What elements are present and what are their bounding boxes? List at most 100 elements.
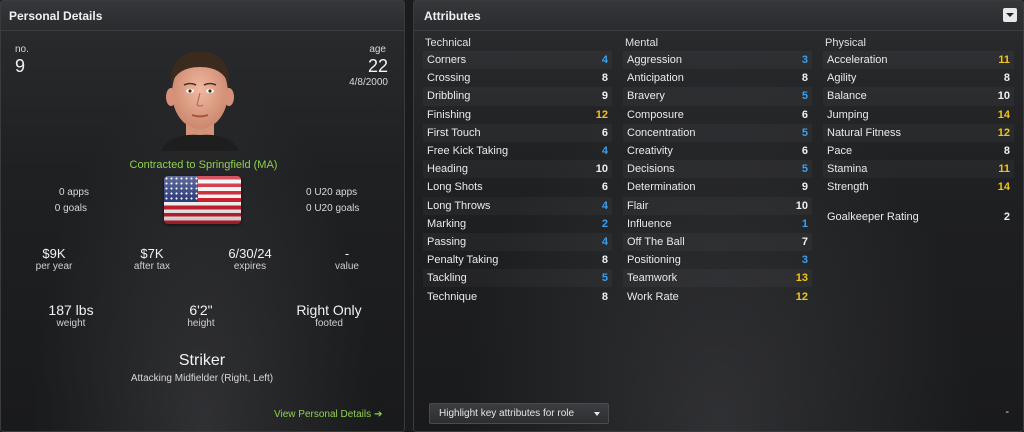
- attribute-name: Determination: [627, 181, 696, 194]
- attributes-panel: Attributes Technical Mental Physical Cor…: [413, 0, 1024, 432]
- attribute-row[interactable]: Concentration 5: [623, 124, 812, 142]
- weight-value: 187 lbs: [48, 302, 94, 318]
- attribute-name: Aggression: [627, 54, 683, 67]
- attribute-value: 11: [998, 54, 1010, 67]
- weight-label: weight: [56, 318, 86, 329]
- attribute-name: Corners: [427, 54, 467, 67]
- player-face-icon: [161, 51, 239, 151]
- attribute-value: 2: [601, 217, 608, 230]
- attribute-row[interactable]: Tackling 5: [423, 269, 612, 287]
- contract-status: Contracted to Springfield (MA): [129, 159, 278, 171]
- attribute-row[interactable]: Passing 4: [423, 233, 612, 251]
- expires-label: expires: [233, 261, 267, 272]
- attribute-row[interactable]: Crossing 8: [423, 69, 612, 87]
- attribute-row[interactable]: Heading 10: [423, 160, 612, 178]
- attribute-row[interactable]: Anticipation 8: [623, 69, 812, 87]
- attribute-name: Work Rate: [627, 290, 679, 303]
- attribute-name: Marking: [427, 217, 467, 230]
- footed-label: footed: [315, 318, 343, 329]
- attribute-row[interactable]: Free Kick Taking 4: [423, 142, 612, 160]
- attribute-name: Composure: [627, 108, 684, 121]
- attribute-row[interactable]: Positioning 3: [623, 251, 812, 269]
- attribute-name: Free Kick Taking: [427, 145, 509, 158]
- attribute-value: 5: [801, 90, 808, 103]
- attribute-value: 3: [801, 254, 808, 267]
- attribute-row[interactable]: Teamwork 13: [623, 269, 812, 287]
- attribute-row[interactable]: Flair 10: [623, 197, 812, 215]
- attribute-name: Acceleration: [827, 54, 888, 67]
- attribute-value: 2: [1003, 211, 1010, 224]
- attribute-value: 3: [801, 54, 808, 67]
- attribute-value: 8: [601, 254, 608, 267]
- view-personal-details-link[interactable]: View Personal Details ➔: [274, 409, 382, 420]
- attribute-row[interactable]: Influence 1: [623, 215, 812, 233]
- attribute-name: Long Throws: [427, 199, 491, 212]
- panel-menu-dropdown-icon[interactable]: [1003, 8, 1017, 22]
- highlight-key-attributes-label: Highlight key attributes for role: [439, 408, 575, 419]
- attribute-row[interactable]: Stamina 11: [823, 160, 1014, 178]
- attribute-row[interactable]: Creativity 6: [623, 142, 812, 160]
- attribute-row[interactable]: Strength 14: [823, 178, 1014, 196]
- goalkeeper-rating-list: Goalkeeper Rating 2: [823, 208, 1014, 226]
- attribute-row[interactable]: Marking 2: [423, 215, 612, 233]
- attribute-row[interactable]: Dribbling 9: [423, 87, 612, 105]
- attribute-name: Crossing: [427, 72, 471, 85]
- attribute-row[interactable]: Acceleration 11: [823, 51, 1014, 69]
- attribute-name: Long Shots: [427, 181, 483, 194]
- attribute-row[interactable]: Work Rate 12: [623, 287, 812, 305]
- goals-count: 0 goals: [54, 203, 87, 214]
- attribute-row[interactable]: First Touch 6: [423, 124, 612, 142]
- wage-stat: $9K per year: [19, 246, 89, 272]
- technical-header: Technical: [425, 37, 471, 49]
- attribute-row[interactable]: Finishing 12: [423, 106, 612, 124]
- attribute-value: 12: [795, 290, 808, 303]
- footed-stat: Right Only footed: [269, 302, 389, 329]
- attribute-row[interactable]: Technique 8: [423, 287, 612, 305]
- attribute-name: Dribbling: [427, 90, 471, 103]
- attribute-row[interactable]: Decisions 5: [623, 160, 812, 178]
- attribute-value: 8: [601, 290, 608, 303]
- attribute-row[interactable]: Corners 4: [423, 51, 612, 69]
- attribute-row[interactable]: Agility 8: [823, 69, 1014, 87]
- attribute-value: 6: [601, 181, 608, 194]
- attribute-row[interactable]: Penalty Taking 8: [423, 251, 612, 269]
- attribute-value: 10: [595, 163, 608, 176]
- attribute-value: 5: [601, 272, 608, 285]
- attribute-row[interactable]: Jumping 14: [823, 106, 1014, 124]
- chevron-down-icon: [594, 412, 600, 416]
- u20-apps-count: 0 U20 apps: [306, 187, 358, 198]
- attribute-value: 8: [1003, 72, 1010, 85]
- goalkeeper-rating-row[interactable]: Goalkeeper Rating 2: [823, 208, 1014, 226]
- attribute-row[interactable]: Determination 9: [623, 178, 812, 196]
- u20-goals-count: 0 U20 goals: [306, 203, 360, 214]
- attribute-value: 11: [998, 163, 1010, 176]
- highlight-key-attributes-dropdown[interactable]: Highlight key attributes for role: [429, 403, 609, 424]
- age-label: age: [369, 44, 386, 55]
- attribute-name: Natural Fitness: [827, 126, 901, 139]
- attribute-row[interactable]: Long Shots 6: [423, 178, 612, 196]
- attribute-value: 1: [801, 217, 808, 230]
- date-of-birth: 4/8/2000: [349, 77, 388, 88]
- value-value: -: [344, 246, 350, 261]
- attribute-row[interactable]: Pace 8: [823, 142, 1014, 160]
- after-tax-label: after tax: [133, 261, 171, 272]
- attribute-name: Pace: [827, 145, 853, 158]
- physical-header: Physical: [825, 37, 866, 49]
- attribute-row[interactable]: Off The Ball 7: [623, 233, 812, 251]
- value-stat: - value: [312, 246, 382, 272]
- attribute-value: 12: [595, 108, 608, 121]
- apps-count: 0 apps: [58, 187, 89, 198]
- attribute-row[interactable]: Natural Fitness 12: [823, 124, 1014, 142]
- attribute-row[interactable]: Aggression 3: [623, 51, 812, 69]
- attribute-row[interactable]: Long Throws 4: [423, 197, 612, 215]
- mental-attribute-list: Aggression 3 Anticipation 8 Bravery 5 Composur…: [623, 51, 812, 306]
- usa-flag-icon: [164, 176, 241, 224]
- attribute-row[interactable]: Bravery 5: [623, 87, 812, 105]
- attribute-row[interactable]: Balance 10: [823, 87, 1014, 105]
- expires-value: 6/30/24: [228, 246, 272, 261]
- panel-title: Personal Details: [9, 9, 103, 23]
- attribute-row[interactable]: Composure 6: [623, 106, 812, 124]
- attribute-name: Goalkeeper Rating: [827, 211, 919, 224]
- attributes-header: Attributes: [414, 1, 1023, 31]
- primary-position: Striker: [178, 352, 226, 369]
